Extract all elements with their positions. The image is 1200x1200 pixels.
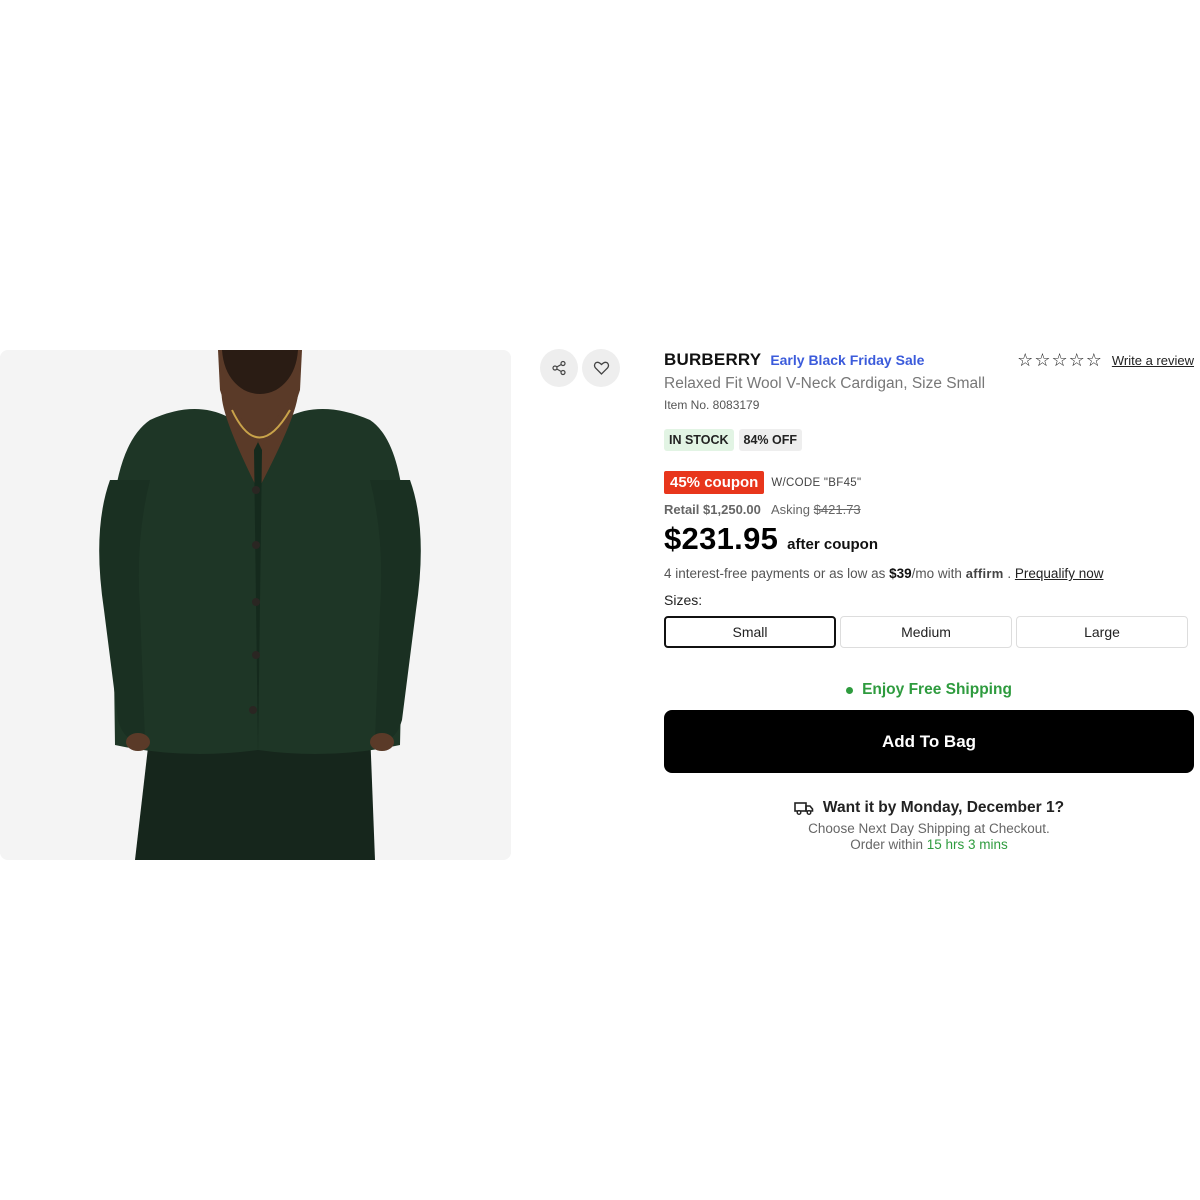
star-outline-icon: ☆ bbox=[1085, 350, 1102, 370]
stock-badge: IN STOCK bbox=[664, 429, 734, 451]
coupon-code: W/CODE "BF45" bbox=[771, 476, 862, 489]
affirm-amount: $39 bbox=[889, 566, 912, 581]
product-image[interactable] bbox=[0, 350, 511, 860]
delivery-order-within: Order within 15 hrs 3 mins bbox=[664, 837, 1194, 852]
heart-icon bbox=[593, 361, 609, 375]
affirm-row: 4 interest-free payments or as low as $3… bbox=[664, 566, 1194, 581]
prequalify-link[interactable]: Prequalify now bbox=[1015, 566, 1104, 581]
free-shipping-label: Enjoy Free Shipping bbox=[862, 681, 1012, 698]
retail-row: Retail $1,250.00 Asking $421.73 bbox=[664, 502, 1194, 517]
favorite-button[interactable] bbox=[582, 349, 620, 387]
sale-price: $231.95 bbox=[664, 521, 779, 556]
badges: IN STOCK 84% OFF bbox=[664, 429, 1194, 451]
affirm-per: /mo with bbox=[911, 566, 962, 581]
size-option-medium[interactable]: Medium bbox=[840, 616, 1012, 648]
item-number: Item No. 8083179 bbox=[664, 398, 760, 412]
sizes-label: Sizes: bbox=[664, 592, 703, 608]
size-selector: Small Medium Large bbox=[664, 616, 1194, 648]
delivery-info: Want it by Monday, December 1? Choose Ne… bbox=[664, 799, 1194, 852]
status-dot-icon bbox=[846, 686, 854, 694]
discount-badge: 84% OFF bbox=[738, 429, 802, 451]
price-row: $231.95 after coupon bbox=[664, 521, 1194, 557]
product-photo-illustration bbox=[0, 350, 511, 860]
reviews: ☆ ☆ ☆ ☆ ☆ Write a review bbox=[1017, 351, 1194, 369]
product-info: BURBERRY Early Black Friday Sale ☆ ☆ ☆ ☆… bbox=[664, 350, 1194, 852]
write-review-link[interactable]: Write a review bbox=[1112, 353, 1194, 368]
retail-label: Retail bbox=[664, 502, 700, 517]
star-outline-icon: ☆ bbox=[1017, 350, 1034, 370]
brand-name[interactable]: BURBERRY bbox=[664, 350, 761, 370]
retail-value: $1,250.00 bbox=[703, 502, 761, 517]
size-option-large[interactable]: Large bbox=[1016, 616, 1188, 648]
after-coupon-label: after coupon bbox=[787, 536, 879, 553]
coupon-badge: 45% coupon bbox=[664, 471, 765, 494]
affirm-logo: affirm bbox=[965, 566, 1004, 581]
asking-value: $421.73 bbox=[813, 502, 861, 517]
product-title: Relaxed Fit Wool V-Neck Cardigan, Size S… bbox=[664, 375, 986, 392]
star-outline-icon: ☆ bbox=[1034, 350, 1051, 370]
affirm-separator: . bbox=[1007, 566, 1012, 581]
share-button[interactable] bbox=[540, 349, 578, 387]
size-option-small[interactable]: Small bbox=[664, 616, 836, 648]
sale-label[interactable]: Early Black Friday Sale bbox=[770, 352, 924, 368]
rating-stars[interactable]: ☆ ☆ ☆ ☆ ☆ bbox=[1017, 351, 1102, 369]
share-icon bbox=[552, 360, 566, 376]
asking-label: Asking bbox=[771, 502, 811, 517]
free-shipping: Enjoy Free Shipping bbox=[664, 681, 1194, 699]
add-to-bag-button[interactable]: Add To Bag bbox=[664, 710, 1194, 773]
coupon-row: 45% coupon W/CODE "BF45" bbox=[664, 471, 1194, 494]
order-prefix: Order within bbox=[850, 837, 923, 852]
delivery-headline: Want it by Monday, December 1? bbox=[822, 799, 1065, 816]
star-outline-icon: ☆ bbox=[1068, 350, 1085, 370]
truck-icon bbox=[794, 802, 814, 815]
order-countdown: 15 hrs 3 mins bbox=[926, 837, 1008, 852]
delivery-choose: Choose Next Day Shipping at Checkout. bbox=[808, 821, 1050, 836]
star-outline-icon: ☆ bbox=[1051, 350, 1068, 370]
affirm-prefix: 4 interest-free payments or as low as bbox=[664, 566, 886, 581]
